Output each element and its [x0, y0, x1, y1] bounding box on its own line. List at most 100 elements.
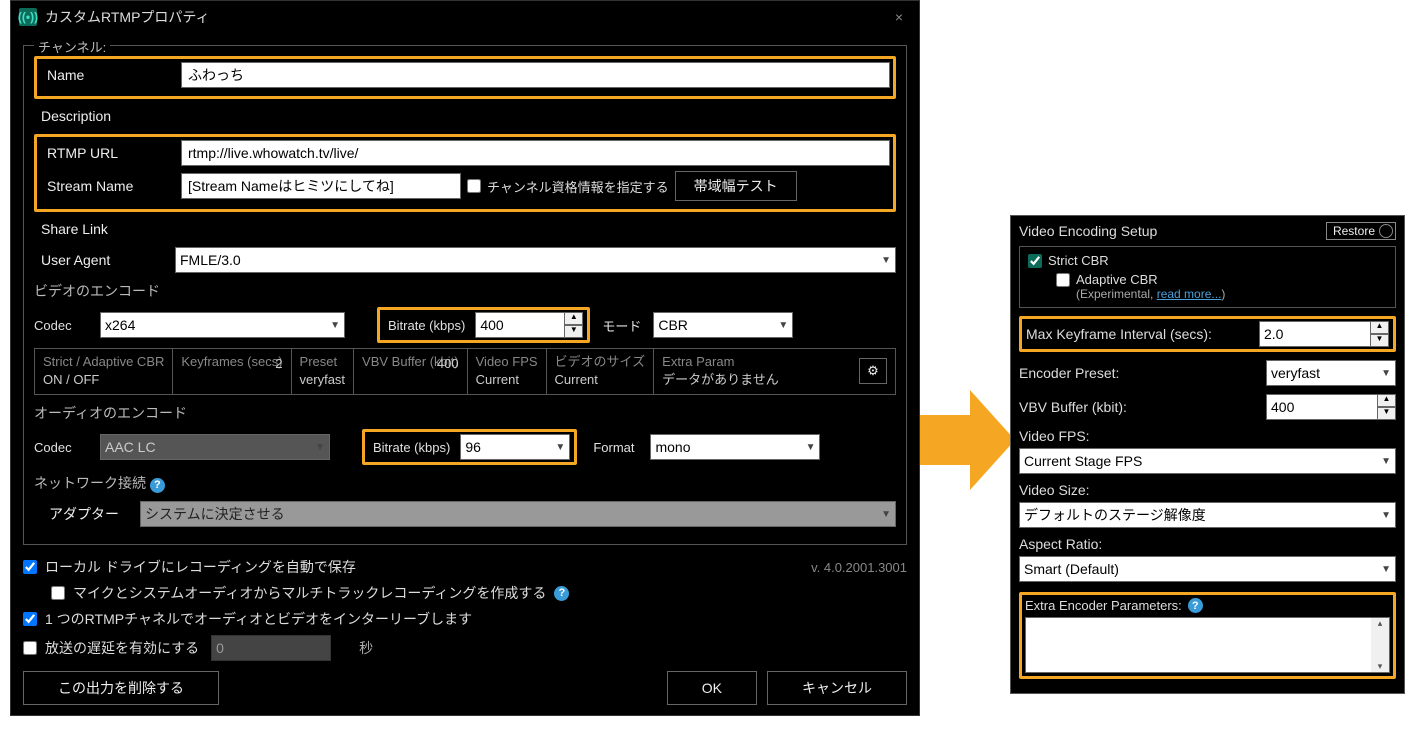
- keyframe-label: Max Keyframe Interval (secs):: [1026, 326, 1251, 342]
- preset-label: Encoder Preset:: [1019, 365, 1258, 381]
- scroll-down-icon[interactable]: ▾: [1371, 661, 1389, 672]
- info-fps: Video FPS Current: [468, 349, 547, 394]
- gear-icon[interactable]: ⚙: [859, 358, 887, 384]
- keyframe-spinner[interactable]: ▲▼: [1259, 321, 1389, 347]
- user-agent-value: FMLE/3.0: [180, 252, 241, 268]
- read-more-link[interactable]: read more...: [1157, 287, 1222, 301]
- delay-checkbox[interactable]: [23, 641, 37, 655]
- chevron-down-icon: ▼: [1375, 456, 1391, 467]
- video-mode-select[interactable]: CBR▼: [653, 312, 793, 338]
- panel2-title: Video Encoding Setup: [1019, 223, 1157, 239]
- aspect-select[interactable]: Smart (Default)▼: [1019, 556, 1396, 582]
- keyframe-highlight: Max Keyframe Interval (secs): ▲▼: [1019, 316, 1396, 352]
- video-info-strip: Strict / Adaptive CBR ON / OFF Keyframes…: [34, 348, 896, 395]
- name-input[interactable]: [181, 62, 890, 88]
- spinner-down-icon[interactable]: ▼: [1371, 334, 1389, 347]
- adaptive-cbr-checkbox[interactable]: [1056, 273, 1070, 287]
- aspect-label: Aspect Ratio:: [1019, 536, 1396, 552]
- video-bitrate-spinner[interactable]: ▲▼: [475, 312, 583, 338]
- interleave-checkbox[interactable]: [23, 612, 37, 626]
- audio-bitrate-label: Bitrate (kbps): [369, 438, 454, 457]
- auto-save-label: ローカル ドライブにレコーディングを自動で保存: [45, 557, 356, 577]
- size-select[interactable]: デフォルトのステージ解像度▼: [1019, 502, 1396, 528]
- credentials-label: チャンネル資格情報を指定する: [487, 177, 669, 196]
- strict-cbr-checkbox[interactable]: [1028, 254, 1042, 268]
- rtmp-properties-dialog: ((•)) カスタムRTMPプロパティ × チャンネル: Name Descri…: [10, 0, 920, 716]
- video-encoding-setup-panel: Video Encoding Setup Restore Strict CBR …: [1010, 215, 1405, 694]
- spinner-up-icon[interactable]: ▲: [1371, 321, 1389, 334]
- help-icon[interactable]: ?: [1188, 598, 1203, 613]
- rtmp-url-input[interactable]: [181, 140, 890, 166]
- spinner-down-icon[interactable]: ▼: [1378, 407, 1396, 420]
- audio-bitrate-highlight: Bitrate (kbps) 96▼: [362, 429, 577, 465]
- delete-output-button[interactable]: この出力を削除する: [23, 671, 219, 705]
- video-mode-label: モード: [596, 316, 647, 335]
- delay-label: 放送の遅延を有効にする: [45, 638, 199, 658]
- multitrack-label: マイクとシステムオーディオからマルチトラックレコーディングを作成する: [73, 583, 546, 603]
- credentials-checkbox[interactable]: [467, 179, 481, 193]
- spinner-down-icon[interactable]: ▼: [565, 325, 583, 338]
- multitrack-checkbox[interactable]: [51, 586, 65, 600]
- chevron-down-icon: ▼: [1375, 510, 1391, 521]
- audio-codec-select[interactable]: AAC LC▼: [100, 434, 330, 460]
- fps-select[interactable]: Current Stage FPS▼: [1019, 448, 1396, 474]
- ok-button[interactable]: OK: [667, 671, 757, 705]
- window-title: カスタムRTMPプロパティ: [45, 7, 887, 27]
- credentials-checkbox-wrap[interactable]: チャンネル資格情報を指定する: [467, 177, 669, 196]
- audio-codec-label: Codec: [34, 440, 94, 455]
- user-agent-select[interactable]: FMLE/3.0 ▼: [175, 247, 896, 273]
- keyframe-input[interactable]: [1259, 321, 1371, 347]
- cancel-button[interactable]: キャンセル: [767, 671, 907, 705]
- name-label: Name: [40, 62, 175, 88]
- bandwidth-test-button[interactable]: 帯域幅テスト: [675, 171, 797, 201]
- description-label: Description: [34, 103, 169, 129]
- stream-name-label: Stream Name: [40, 173, 175, 199]
- version-label: v. 4.0.2001.3001: [811, 560, 907, 575]
- auto-save-checkbox[interactable]: [23, 560, 37, 574]
- delay-input[interactable]: [211, 635, 331, 661]
- extra-params-textarea-wrap: ▴ ▾: [1025, 617, 1390, 673]
- vbv-spinner[interactable]: ▲▼: [1266, 394, 1396, 420]
- adapter-select[interactable]: システムに決定させる▼: [140, 501, 896, 527]
- restore-button[interactable]: Restore: [1326, 222, 1396, 240]
- close-icon[interactable]: ×: [887, 9, 911, 25]
- help-icon[interactable]: ?: [554, 586, 569, 601]
- chevron-down-icon: ▼: [772, 320, 788, 331]
- strict-cbr-checkbox-wrap[interactable]: Strict CBR: [1028, 253, 1387, 268]
- audio-bitrate-select[interactable]: 96▼: [460, 434, 570, 460]
- scroll-up-icon[interactable]: ▴: [1371, 618, 1389, 629]
- delay-unit: 秒: [359, 638, 373, 658]
- channel-legend: チャンネル:: [34, 37, 110, 56]
- video-bitrate-input[interactable]: [475, 312, 565, 338]
- extra-params-textarea[interactable]: [1026, 618, 1371, 672]
- video-encoding-header: ビデオのエンコード: [34, 281, 896, 301]
- app-icon: ((•)): [19, 8, 37, 26]
- fps-label: Video FPS:: [1019, 428, 1396, 444]
- info-strict-cbr: Strict / Adaptive CBR ON / OFF: [35, 349, 173, 394]
- chevron-down-icon: ▼: [324, 320, 340, 331]
- arrow-indicator: [920, 390, 1010, 490]
- name-highlight: Name: [34, 56, 896, 99]
- audio-format-label: Format: [583, 440, 644, 455]
- delay-spinner[interactable]: [211, 635, 331, 661]
- spinner-up-icon[interactable]: ▲: [1378, 394, 1396, 407]
- info-size: ビデオのサイズ Current: [547, 349, 655, 394]
- vbv-label: VBV Buffer (kbit):: [1019, 399, 1258, 415]
- adaptive-cbr-checkbox-wrap[interactable]: Adaptive CBR: [1056, 272, 1387, 287]
- audio-encoding-header: オーディオのエンコード: [34, 403, 896, 423]
- stream-name-input[interactable]: [181, 173, 461, 199]
- info-extra: Extra Param データがありません ⚙: [654, 349, 895, 394]
- extra-params-label: Extra Encoder Parameters:: [1025, 598, 1182, 613]
- chevron-down-icon: ▼: [875, 255, 891, 266]
- vbv-input[interactable]: [1266, 394, 1378, 420]
- help-icon[interactable]: ?: [150, 478, 165, 493]
- video-codec-select[interactable]: x264▼: [100, 312, 345, 338]
- refresh-icon: [1379, 224, 1393, 238]
- strict-cbr-label: Strict CBR: [1048, 253, 1109, 268]
- audio-format-select[interactable]: mono▼: [650, 434, 820, 460]
- scrollbar[interactable]: ▴ ▾: [1371, 618, 1389, 672]
- interleave-label: 1 つのRTMPチャネルでオーディオとビデオをインターリーブします: [45, 609, 472, 629]
- preset-select[interactable]: veryfast▼: [1266, 360, 1396, 386]
- info-keyframes: Keyframes (secs) 2: [173, 349, 291, 394]
- spinner-up-icon[interactable]: ▲: [565, 312, 583, 325]
